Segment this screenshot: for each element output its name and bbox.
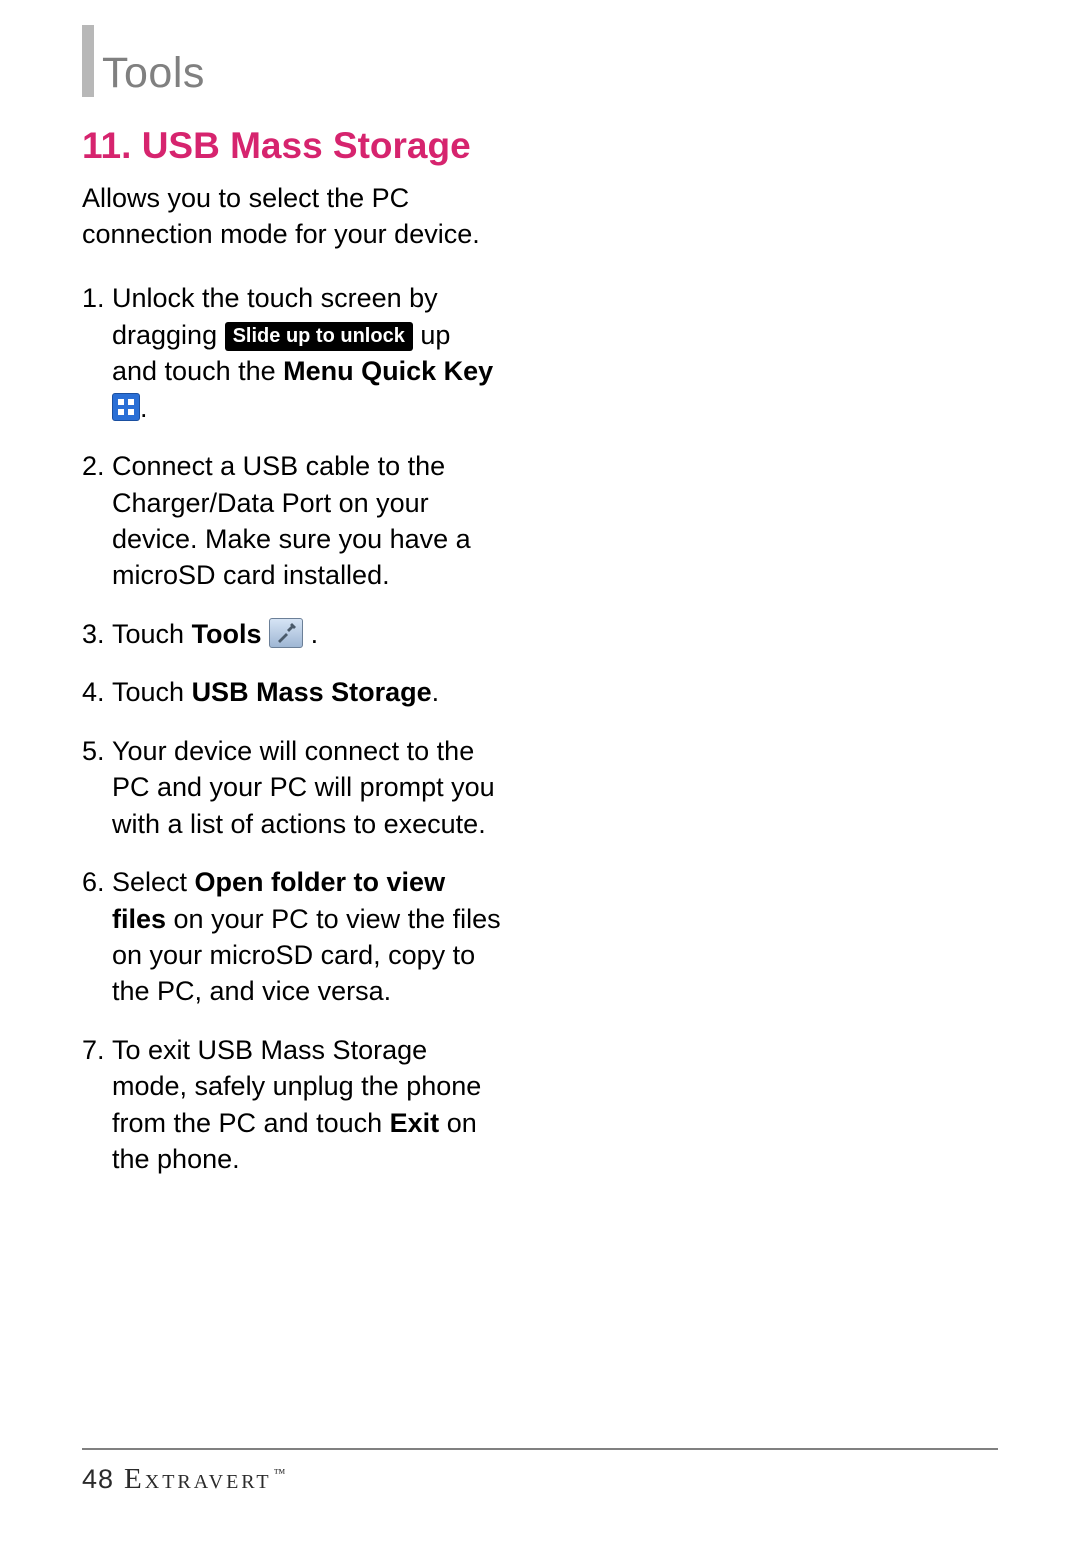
step-text: Touch [112,677,192,707]
step-4: Touch USB Mass Storage. [82,674,502,710]
menu-quick-key-icon [112,393,140,421]
page-number: 48 [82,1464,114,1495]
usb-mass-storage-label: USB Mass Storage [192,677,432,707]
section-number: 11. [82,125,131,166]
step-text: Select [112,867,195,897]
slide-unlock-chip: Slide up to unlock [225,322,413,351]
chapter-header: Tools [82,25,998,97]
chapter-rule [82,25,94,97]
brand-text: Extravert [124,1463,272,1495]
section-name: USB Mass Storage [142,125,471,166]
step-6: Select Open folder to view files on your… [82,864,502,1010]
page-footer: 48 Extravert™ [82,1463,288,1496]
step-7: To exit USB Mass Storage mode, safely un… [82,1032,502,1178]
step-text: Your device will connect to the PC and y… [112,736,495,839]
chapter-title: Tools [102,52,205,97]
step-3: Touch Tools . [82,616,502,652]
step-text [262,619,270,649]
content-column: 11. USB Mass Storage Allows you to selec… [82,125,502,1178]
brand-name: Extravert™ [124,1463,288,1496]
step-5: Your device will connect to the PC and y… [82,733,502,842]
intro-paragraph: Allows you to select the PC connection m… [82,180,502,253]
menu-quick-key-label: Menu Quick Key [283,356,493,386]
trademark-symbol: ™ [274,1466,289,1480]
exit-label: Exit [390,1108,440,1138]
step-text: . [303,619,318,649]
step-text: . [432,677,440,707]
step-text: Connect a USB cable to the Charger/Data … [112,451,471,590]
step-text: Touch [112,619,192,649]
tools-label: Tools [192,619,262,649]
steps-list: Unlock the touch screen by dragging Slid… [82,280,502,1177]
step-text: on your PC to view the files on your mic… [112,904,501,1007]
footer-rule [82,1448,998,1450]
tools-icon [269,618,303,648]
manual-page: Tools 11. USB Mass Storage Allows you to… [0,0,1080,1552]
step-text: . [140,393,148,423]
step-1: Unlock the touch screen by dragging Slid… [82,280,502,426]
step-2: Connect a USB cable to the Charger/Data … [82,448,502,594]
section-title: 11. USB Mass Storage [82,125,502,168]
